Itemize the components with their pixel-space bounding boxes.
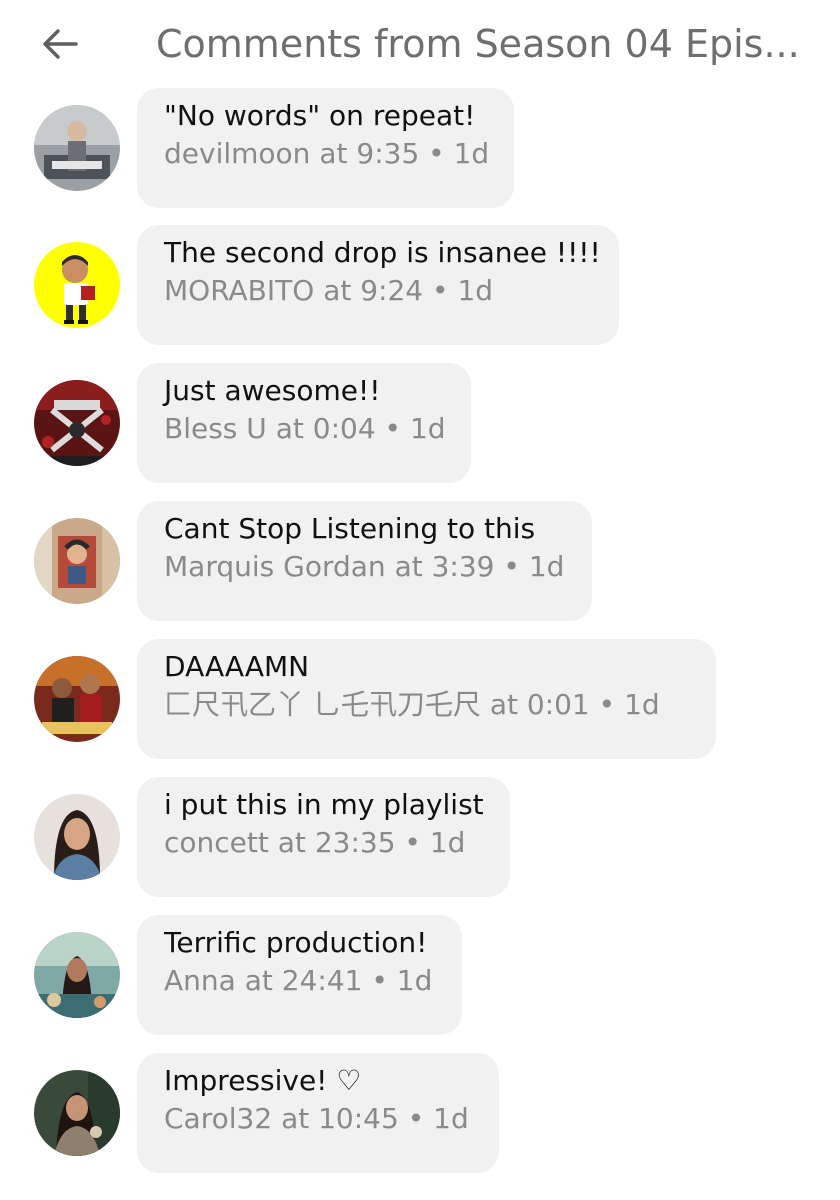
user-avatar[interactable] <box>34 656 120 742</box>
avatar-image <box>34 656 120 742</box>
avatar-image <box>34 518 120 604</box>
separator-dot: • <box>428 137 445 170</box>
comment-item: Cant Stop Listening to this Marquis Gord… <box>0 501 840 621</box>
comment-text: The second drop is insanee !!!! <box>164 236 601 269</box>
comment-item: Impressive! ♡ Carol32 at 10:45 • 1d <box>0 1053 840 1173</box>
comment-item: Terrific production! Anna at 24:41 • 1d <box>0 915 840 1035</box>
comment-time: 0:04 <box>312 412 376 445</box>
comment-meta: Bless U at 0:04 • 1d <box>164 409 446 449</box>
at-label: at <box>319 137 348 170</box>
comment-text: Terrific production! <box>164 926 428 959</box>
comment-age: 1d <box>433 1102 469 1135</box>
comment-bubble[interactable]: Cant Stop Listening to this Marquis Gord… <box>137 501 592 621</box>
at-label: at <box>281 1102 310 1135</box>
comment-text: Just awesome!! <box>164 374 381 407</box>
comment-meta: Marquis Gordan at 3:39 • 1d <box>164 547 564 587</box>
comment-text: "No words" on repeat! <box>164 99 476 132</box>
avatar-image <box>34 932 120 1018</box>
arrow-left-icon <box>43 29 78 59</box>
comment-time: 3:39 <box>431 550 495 583</box>
comment-time: 23:35 <box>314 826 396 859</box>
comment-author[interactable]: Marquis Gordan <box>164 550 386 583</box>
comment-author[interactable]: Anna <box>164 964 236 997</box>
comment-author[interactable]: concett <box>164 826 269 859</box>
at-label: at <box>323 274 352 307</box>
avatar-image <box>34 105 120 191</box>
separator-dot: • <box>598 688 616 721</box>
comment-text: i put this in my playlist <box>164 788 484 821</box>
comment-text: Cant Stop Listening to this <box>164 512 536 545</box>
comment-author[interactable]: Bless U <box>164 412 267 445</box>
comment-item: Just awesome!! Bless U at 0:04 • 1d <box>0 363 840 483</box>
avatar-image <box>34 1070 120 1156</box>
separator-dot: • <box>404 826 421 859</box>
at-label: at <box>275 412 304 445</box>
user-avatar[interactable] <box>34 105 120 191</box>
at-label: at <box>244 964 273 997</box>
user-avatar[interactable] <box>34 380 120 466</box>
top-bar: Comments from Season 04 Epis... <box>0 0 840 92</box>
comment-age: 1d <box>457 274 494 307</box>
user-avatar[interactable] <box>34 242 120 328</box>
user-avatar[interactable] <box>34 794 120 880</box>
avatar-image <box>34 794 120 880</box>
comment-bubble[interactable]: The second drop is insanee !!!! MORABITO… <box>137 225 619 345</box>
comment-time: 9:35 <box>356 137 420 170</box>
comment-text: DAAAAMN <box>164 650 310 683</box>
comment-bubble[interactable]: Just awesome!! Bless U at 0:04 • 1d <box>137 363 471 483</box>
comment-age: 1d <box>624 688 660 721</box>
user-avatar[interactable] <box>34 518 120 604</box>
comment-text: Impressive! ♡ <box>164 1064 362 1097</box>
comment-time: 10:45 <box>318 1102 399 1135</box>
comment-author[interactable]: 匚尺卂乙丫 乚乇卂刀乇尺 <box>164 688 481 721</box>
back-button[interactable] <box>34 20 86 68</box>
avatar-image <box>34 242 120 328</box>
comment-bubble[interactable]: i put this in my playlist concett at 23:… <box>137 777 510 897</box>
comment-age: 1d <box>396 964 433 997</box>
comment-time: 24:41 <box>281 964 363 997</box>
comment-author[interactable]: MORABITO <box>164 274 314 307</box>
comment-author[interactable]: Carol32 <box>164 1102 272 1135</box>
comment-age: 1d <box>429 826 466 859</box>
separator-dot: • <box>384 412 402 445</box>
comment-item: The second drop is insanee !!!! MORABITO… <box>0 225 840 345</box>
separator-dot: • <box>371 964 388 997</box>
comment-bubble[interactable]: DAAAAMN 匚尺卂乙丫 乚乇卂刀乇尺 at 0:01 • 1d <box>137 639 716 759</box>
comment-time: 9:24 <box>360 274 424 307</box>
comment-age: 1d <box>528 550 565 583</box>
at-label: at <box>394 550 423 583</box>
comment-item: "No words" on repeat! devilmoon at 9:35 … <box>0 88 840 208</box>
at-label: at <box>489 688 518 721</box>
comment-meta: Carol32 at 10:45 • 1d <box>164 1099 469 1139</box>
user-avatar[interactable] <box>34 1070 120 1156</box>
comment-item: i put this in my playlist concett at 23:… <box>0 777 840 897</box>
comment-age: 1d <box>453 137 490 170</box>
comment-meta: MORABITO at 9:24 • 1d <box>164 271 493 311</box>
user-avatar[interactable] <box>34 932 120 1018</box>
comment-item: DAAAAMN 匚尺卂乙丫 乚乇卂刀乇尺 at 0:01 • 1d <box>0 639 840 759</box>
avatar-image <box>34 380 120 466</box>
comment-meta: concett at 23:35 • 1d <box>164 823 465 863</box>
comment-age: 1d <box>409 412 446 445</box>
comment-meta: Anna at 24:41 • 1d <box>164 961 432 1001</box>
comment-meta: devilmoon at 9:35 • 1d <box>164 134 489 174</box>
separator-dot: • <box>503 550 520 583</box>
comment-meta: 匚尺卂乙丫 乚乇卂刀乇尺 at 0:01 • 1d <box>164 685 660 725</box>
separator-dot: • <box>407 1102 425 1135</box>
at-label: at <box>277 826 306 859</box>
separator-dot: • <box>432 274 449 307</box>
page-title: Comments from Season 04 Epis... <box>156 22 800 66</box>
comment-bubble[interactable]: Terrific production! Anna at 24:41 • 1d <box>137 915 462 1035</box>
comment-author[interactable]: devilmoon <box>164 137 310 170</box>
comment-bubble[interactable]: Impressive! ♡ Carol32 at 10:45 • 1d <box>137 1053 499 1173</box>
comment-bubble[interactable]: "No words" on repeat! devilmoon at 9:35 … <box>137 88 514 208</box>
comment-time: 0:01 <box>526 688 590 721</box>
